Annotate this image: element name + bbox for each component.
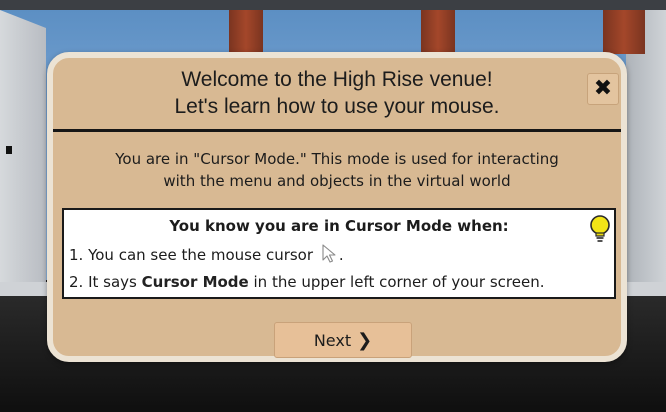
info-item-1-suffix: . [338, 246, 344, 264]
right-wall [626, 10, 666, 310]
ceiling-beam [603, 10, 645, 54]
description-line-2: with the menu and objects in the virtual… [163, 172, 511, 190]
next-button[interactable]: Next ❯ [274, 322, 412, 358]
ceiling [0, 0, 666, 10]
info-item-2-prefix: 2. It says [69, 273, 137, 291]
description-line-1: You are in "Cursor Mode." This mode is u… [115, 150, 559, 168]
close-icon: ✖ [593, 76, 613, 101]
info-item-1: 1. You can see the mouse cursor . [69, 244, 344, 264]
chevron-right-icon: ❯ [357, 329, 373, 351]
ceiling-beam [421, 10, 455, 54]
dialog-title-line-2: Let's learn how to use your mouse. [174, 95, 500, 118]
ceiling-beam [229, 10, 263, 54]
info-heading: You know you are in Cursor Mode when: [169, 217, 509, 235]
close-button[interactable]: ✖ [587, 73, 619, 105]
next-button-label: Next [313, 330, 352, 350]
wall-fixture [6, 146, 12, 154]
dialog-title: Welcome to the High Rise venue! Let's le… [53, 66, 621, 120]
cursor-mode-info-box: You know you are in Cursor Mode when: 1.… [62, 208, 616, 299]
info-item-2: 2. It says Cursor Mode in the upper left… [69, 273, 544, 291]
mouse-cursor-icon [322, 244, 336, 263]
mode-description: You are in "Cursor Mode." This mode is u… [63, 148, 611, 192]
left-wall [0, 10, 46, 310]
lightbulb-icon [590, 215, 610, 242]
dialog-title-line-1: Welcome to the High Rise venue! [181, 68, 493, 91]
info-item-2-emphasis: Cursor Mode [141, 273, 249, 291]
tutorial-dialog: Welcome to the High Rise venue! Let's le… [47, 52, 627, 362]
title-divider [53, 129, 621, 132]
info-item-2-suffix: in the upper left corner of your screen. [253, 273, 545, 291]
info-item-1-text: 1. You can see the mouse cursor [69, 246, 314, 264]
